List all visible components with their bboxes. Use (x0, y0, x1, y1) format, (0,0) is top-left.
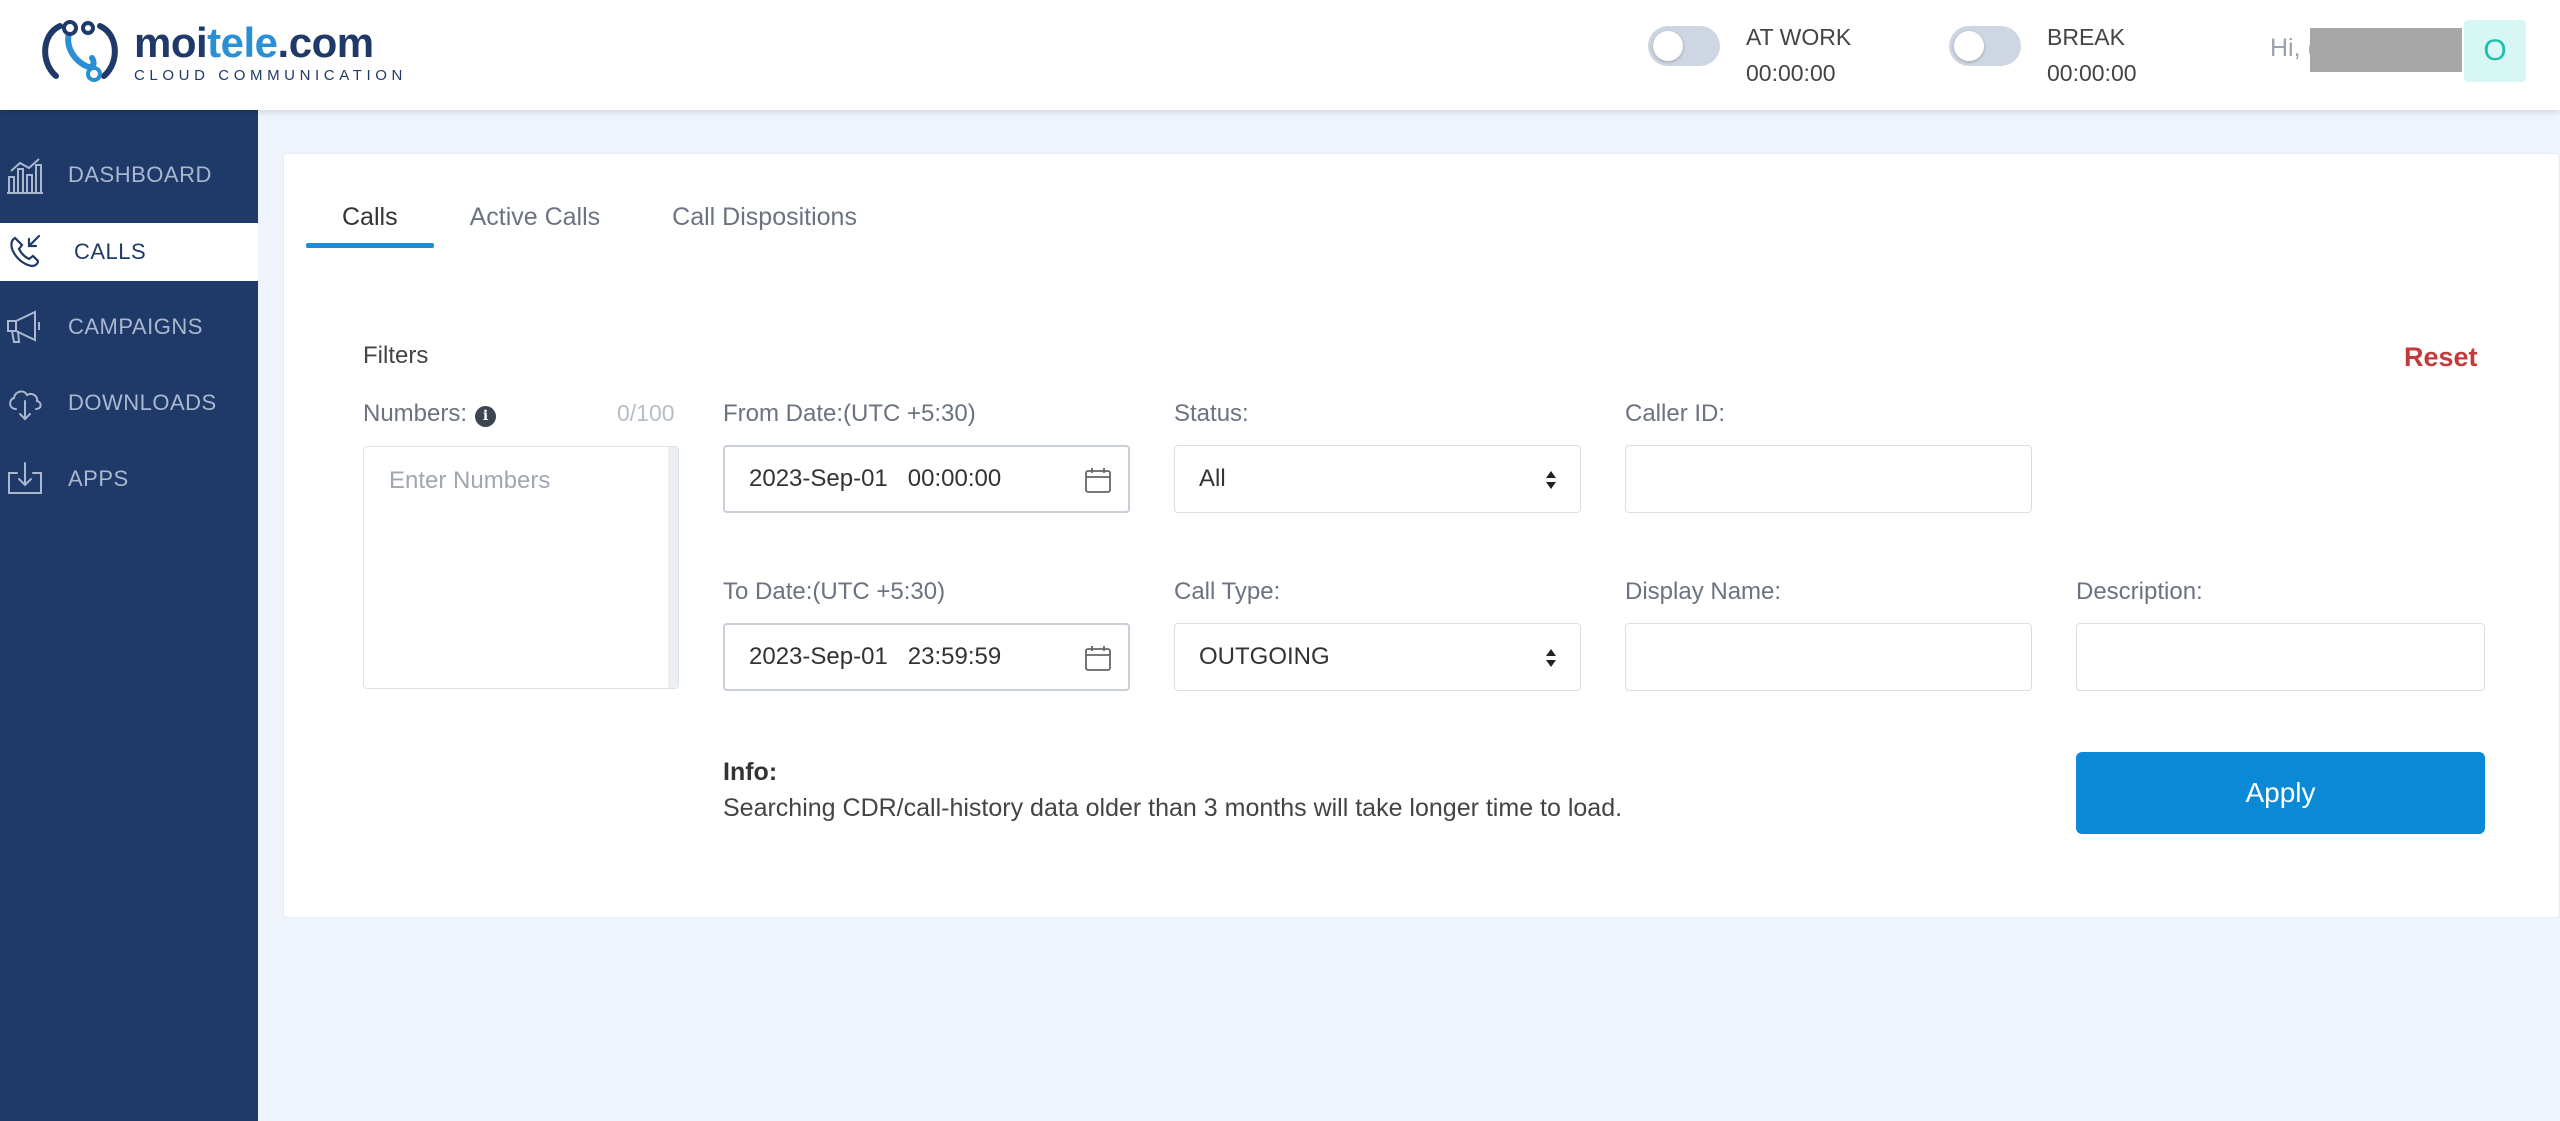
megaphone-icon (4, 306, 46, 348)
to-date-value: 2023-Sep-01 23:59:59 (749, 643, 1002, 670)
top-header: moitele.com CLOUD COMMUNICATION AT WORK … (0, 0, 2560, 110)
sidebar-item-downloads[interactable]: DOWNLOADS (0, 374, 258, 432)
numbers-scrollbar[interactable] (668, 447, 678, 688)
logo-mark-icon (42, 20, 118, 82)
at-work-status: AT WORK 00:00:00 (1648, 22, 1851, 88)
sidebar: DASHBOARD CALLS CAMPAIGNS DOWNLOADS APPS (0, 110, 258, 1121)
description-input[interactable] (2076, 623, 2485, 691)
tab-call-dispositions[interactable]: Call Dispositions (636, 192, 893, 248)
tab-active-calls[interactable]: Active Calls (434, 192, 637, 248)
toggle-knob (1653, 31, 1683, 61)
caller-id-input[interactable] (1625, 445, 2032, 513)
status-value: All (1199, 465, 1226, 492)
tab-calls[interactable]: Calls (306, 192, 434, 248)
reset-button[interactable]: Reset (2404, 342, 2478, 373)
at-work-label: AT WORK (1746, 24, 1852, 50)
brand-tagline: CLOUD COMMUNICATION (134, 66, 407, 84)
brand-logo[interactable]: moitele.com CLOUD COMMUNICATION (30, 16, 407, 88)
numbers-count: 0/100 (617, 400, 675, 426)
redacted-username (2310, 28, 2462, 72)
info-icon[interactable]: i (475, 406, 497, 427)
select-arrows-icon (1546, 471, 1556, 489)
at-work-toggle[interactable] (1648, 26, 1720, 66)
avatar[interactable]: O (2464, 20, 2526, 82)
break-label: BREAK (2047, 24, 2125, 50)
to-date-input[interactable]: 2023-Sep-01 23:59:59 (723, 623, 1130, 691)
call-type-label: Call Type: (1174, 578, 1281, 605)
calls-filter-card: Calls Active Calls Call Dispositions Fil… (283, 153, 2560, 918)
at-work-timer: 00:00:00 (1746, 60, 1836, 86)
numbers-label: Numbers: i (363, 400, 497, 428)
sidebar-item-label: DOWNLOADS (68, 390, 217, 415)
sidebar-item-campaigns[interactable]: CAMPAIGNS (0, 298, 258, 356)
description-label: Description: (2076, 578, 2203, 605)
numbers-textarea[interactable]: Enter Numbers (363, 446, 679, 689)
info-notice: Info: Searching CDR/call-history data ol… (723, 754, 1622, 826)
break-status: BREAK 00:00:00 (1949, 22, 2137, 88)
display-name-input[interactable] (1625, 623, 2032, 691)
select-arrows-icon (1546, 649, 1556, 667)
from-date-label: From Date:(UTC +5:30) (723, 400, 976, 427)
brand-name: moitele.com (134, 18, 374, 66)
sidebar-item-label: APPS (68, 466, 129, 491)
caller-id-label: Caller ID: (1625, 400, 1726, 427)
numbers-placeholder: Enter Numbers (389, 467, 551, 494)
info-title: Info: (723, 758, 778, 786)
status-label: Status: (1174, 400, 1249, 427)
calendar-icon[interactable] (1084, 644, 1112, 672)
phone-incoming-icon (4, 231, 46, 273)
from-date-input[interactable]: 2023-Sep-01 00:00:00 (723, 445, 1130, 513)
toggle-knob (1954, 31, 1984, 61)
break-toggle[interactable] (1949, 26, 2021, 66)
sidebar-item-apps[interactable]: APPS (0, 450, 258, 508)
break-timer: 00:00:00 (2047, 60, 2137, 86)
tray-download-icon (4, 458, 46, 500)
sidebar-item-label: CAMPAIGNS (68, 314, 203, 339)
sidebar-item-dashboard[interactable]: DASHBOARD (0, 146, 258, 204)
apply-button[interactable]: Apply (2076, 752, 2485, 834)
from-date-value: 2023-Sep-01 00:00:00 (749, 465, 1002, 492)
status-select[interactable]: All (1174, 445, 1581, 513)
sidebar-item-calls[interactable]: CALLS (0, 223, 258, 281)
chart-icon (4, 154, 46, 196)
call-type-select[interactable]: OUTGOING (1174, 623, 1581, 691)
cloud-download-icon (4, 382, 46, 424)
calendar-icon[interactable] (1084, 466, 1112, 494)
user-greeting: Hi, ( (2270, 34, 2316, 62)
tab-bar: Calls Active Calls Call Dispositions (306, 192, 893, 248)
call-type-value: OUTGOING (1199, 643, 1330, 670)
info-text: Searching CDR/call-history data older th… (723, 794, 1623, 822)
filters-heading: Filters (363, 342, 429, 369)
sidebar-item-label: DASHBOARD (68, 162, 212, 187)
display-name-label: Display Name: (1625, 578, 1782, 605)
sidebar-item-label: CALLS (74, 239, 147, 264)
to-date-label: To Date:(UTC +5:30) (723, 578, 946, 605)
